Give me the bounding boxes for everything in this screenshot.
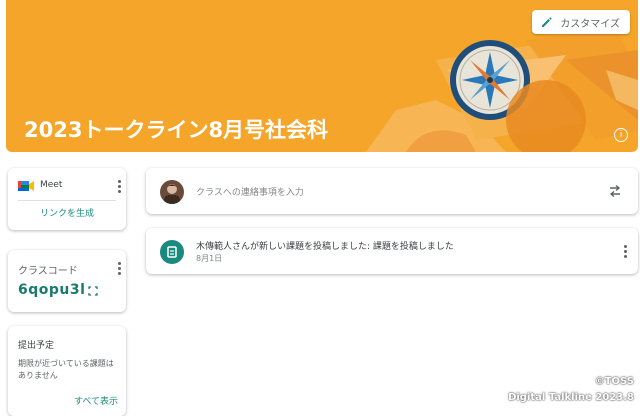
view-all-link[interactable]: すべて表示 (74, 394, 118, 407)
fullscreen-icon[interactable] (88, 286, 98, 296)
repost-icon[interactable] (608, 184, 622, 198)
announcement-composer[interactable]: クラスへの連絡事項を入力 (146, 168, 638, 214)
class-title: 2023トークライン8月号社会科 (24, 118, 329, 142)
pencil-icon (542, 17, 553, 27)
avatar (160, 180, 184, 204)
info-icon[interactable]: i (614, 128, 628, 142)
customize-button[interactable]: カスタマイズ (532, 10, 630, 34)
class-code-label: クラスコード (18, 266, 78, 277)
post-date: 8月1日 (196, 254, 223, 263)
generate-link-button[interactable]: リンクを生成 (8, 206, 126, 219)
class-code-card: クラスコード 6qopu3l (8, 250, 126, 312)
meet-label: Meet (40, 180, 63, 190)
class-banner: カスタマイズ 2023トークライン8月号社会科 i (6, 0, 638, 152)
upcoming-text: 期限が近づいている課題はありません (18, 359, 114, 380)
class-code-more-icon[interactable] (118, 262, 122, 275)
post-title: 木傳範人さんが新しい課題を投稿しました: 課題を投稿しました (196, 242, 454, 252)
upcoming-title: 提出予定 (18, 341, 55, 351)
customize-label: カスタマイズ (560, 18, 620, 30)
class-code-value: 6qopu3l (18, 282, 86, 298)
upcoming-card: 提出予定 期限が近づいている課題はありません すべて表示 (8, 326, 126, 416)
post-more-icon[interactable] (624, 245, 628, 258)
watermark-source: Digital Talkline 2023.8 (508, 392, 634, 403)
assignment-icon (160, 240, 184, 264)
meet-more-icon[interactable] (118, 180, 122, 193)
divider (18, 200, 116, 201)
watermark-copyright: ©TOSS (594, 376, 634, 387)
announcement-placeholder: クラスへの連絡事項を入力 (196, 188, 304, 198)
meet-icon (18, 181, 34, 191)
stream-post[interactable]: 木傳範人さんが新しい課題を投稿しました: 課題を投稿しました 8月1日 (146, 228, 638, 274)
meet-card: Meet リンクを生成 (8, 168, 126, 230)
